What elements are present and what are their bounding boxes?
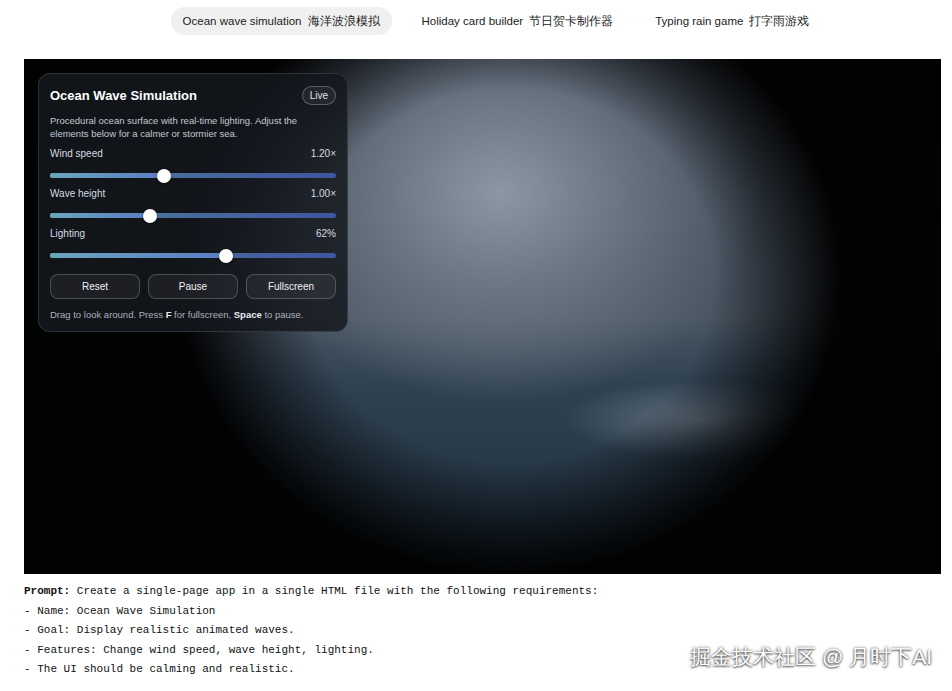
tab-label[interactable]: Typing rain game	[655, 15, 743, 27]
slider-track[interactable]	[50, 253, 336, 258]
prompt-line-text: - The UI should be calming and realistic…	[24, 663, 295, 675]
prompt-line: Prompt: Create a single-page app in a sin…	[24, 582, 952, 602]
slider-label-row: Wave height 1.00×	[50, 188, 336, 199]
slider-label: Lighting	[50, 228, 85, 239]
panel-title: Ocean Wave Simulation	[50, 88, 197, 103]
slider-label-row: Wind speed 1.20×	[50, 148, 336, 159]
prompt-line-text: - Name: Ocean Wave Simulation	[24, 605, 215, 617]
hint-segment: Space	[234, 309, 262, 320]
slider-row: Wave height 1.00×	[50, 188, 336, 218]
slider-label: Wave height	[50, 188, 105, 199]
slider-reading: 1.00×	[311, 188, 336, 199]
slider-knob[interactable]	[143, 209, 157, 223]
slider-row: Wind speed 1.20×	[50, 148, 336, 178]
prompt-line-text: - Goal: Display realistic animated waves…	[24, 624, 295, 636]
prompt-line: - Goal: Display realistic animated waves…	[24, 621, 952, 641]
slider-label: Wind speed	[50, 148, 103, 159]
hint-segment: for fullscreen,	[171, 309, 233, 320]
tab-label[interactable]: Ocean wave simulation	[183, 15, 302, 27]
tab[interactable]: Typing rain game 打字雨游戏	[643, 7, 821, 35]
tab-label-cn[interactable]: 海洋波浪模拟	[308, 14, 380, 29]
ocean-canvas[interactable]: Ocean Wave Simulation Live Procedural ocea…	[24, 59, 941, 574]
prompt-line: - Name: Ocean Wave Simulation	[24, 602, 952, 622]
slider-row: Lighting 62%	[50, 228, 336, 258]
tab-label-cn[interactable]: 打字雨游戏	[749, 14, 809, 29]
prompt-line-text: Create a single-page app in a single HTM…	[77, 585, 599, 597]
hint-segment: Drag to look around. Press	[50, 309, 166, 320]
tab-bar: Ocean wave simulation 海洋波浪模拟 Holiday card …	[0, 0, 952, 35]
slider-label-row: Lighting 62%	[50, 228, 336, 239]
slider-knob[interactable]	[219, 249, 233, 263]
slider-knob[interactable]	[157, 169, 171, 183]
hint-segment: F	[166, 309, 172, 320]
control-panel: Ocean Wave Simulation Live Procedural ocea…	[38, 73, 348, 332]
tab-label-cn[interactable]: 节日贺卡制作器	[529, 14, 613, 29]
panel-description: Procedural ocean surface with real-time …	[50, 114, 336, 140]
panel-header: Ocean Wave Simulation Live	[50, 86, 336, 105]
fullscreen-button[interactable]: Fullscreen	[246, 274, 336, 299]
slider-fill	[50, 213, 150, 218]
live-badge: Live	[302, 86, 336, 105]
pause-button[interactable]: Pause	[148, 274, 238, 299]
tab-label[interactable]: Holiday card builder	[422, 15, 524, 27]
watermark: 掘金技术社区 @ 月时下AI	[690, 643, 932, 671]
slider-fill	[50, 253, 226, 258]
reset-button[interactable]: Reset	[50, 274, 140, 299]
slider-track[interactable]	[50, 173, 336, 178]
slider-reading: 62%	[316, 228, 336, 239]
prompt-line-text: - Features: Change wind speed, wave heig…	[24, 644, 374, 656]
slider-reading: 1.20×	[311, 148, 336, 159]
hint-text: Drag to look around. Press F for fullscr…	[50, 309, 336, 320]
tab[interactable]: Holiday card builder 节日贺卡制作器	[410, 7, 626, 35]
prompt-label: Prompt:	[24, 585, 70, 597]
slider-track[interactable]	[50, 213, 336, 218]
hint-segment: to pause.	[262, 309, 304, 320]
tab[interactable]: Ocean wave simulation 海洋波浪模拟	[171, 7, 392, 35]
button-row: Reset Pause Fullscreen	[50, 274, 336, 299]
slider-fill	[50, 173, 164, 178]
